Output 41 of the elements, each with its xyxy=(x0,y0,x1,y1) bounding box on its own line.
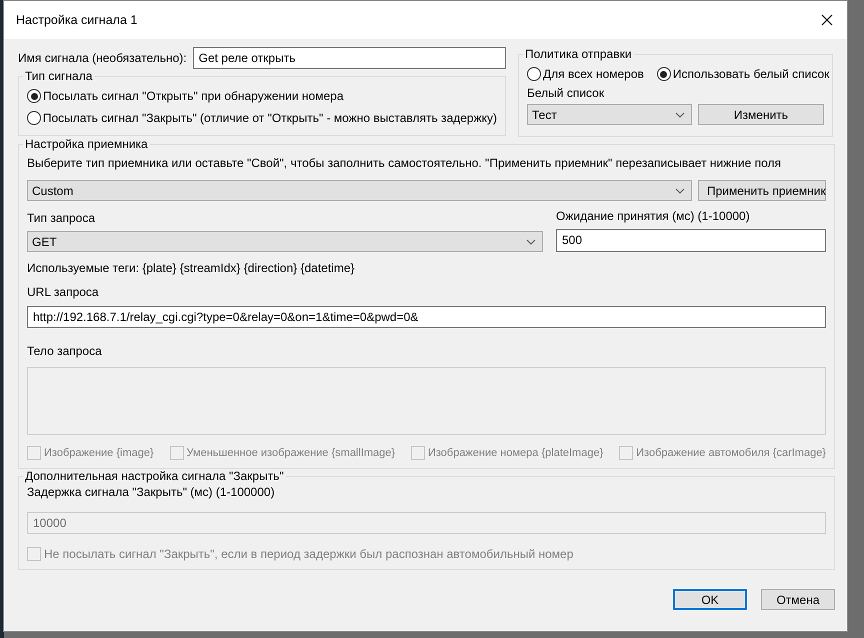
group-title: Тип сигнала xyxy=(24,69,94,83)
hint-text: Выберите тип приемника или оставьте "Свой", чтобы заполнить самостоятельно. "Применить приемник" перезаписывает нижние поля xyxy=(27,156,782,171)
radio-label: Использовать белый список xyxy=(672,66,830,82)
timeout-label: Ожидание принятия (мс) (1-10000) xyxy=(556,209,751,224)
window-title: Настройка сигнала 1 xyxy=(16,13,138,27)
radio-button[interactable] xyxy=(527,67,541,81)
group-title: Настройка приемника xyxy=(24,137,149,151)
radio-label: Посылать сигнал "Закрыть" (отличие от "Открыть" - можно выставлять задержку) xyxy=(42,110,497,126)
whitelist-label: Белый список xyxy=(527,86,606,101)
dialog-button[interactable]: Отмена xyxy=(761,589,835,610)
chevron-down-icon xyxy=(526,238,536,244)
chevron-down-icon xyxy=(675,112,685,118)
signal-name-field[interactable]: Get реле открыть xyxy=(192,47,506,69)
request-type-label: Тип запроса xyxy=(27,211,96,226)
edit-button[interactable]: Изменить xyxy=(698,104,824,125)
radio-button[interactable] xyxy=(27,111,41,125)
checkbox-label: Изображение автомобиля {carImage} xyxy=(636,446,826,460)
group-title: Политика отправки xyxy=(524,47,633,61)
radio-button[interactable] xyxy=(656,67,671,81)
radio-label: Посылать сигнал "Открыть" при обнаружении номера xyxy=(43,88,344,104)
checkbox-label: Уменьшенное изображение {smallImage} xyxy=(186,446,396,460)
apply-receiver-button[interactable]: Применить приемник xyxy=(698,180,826,201)
dialog-button[interactable]: OK xyxy=(673,589,747,610)
delay-label: Задержка сигнала "Закрыть" (мс) (1-100000) xyxy=(27,485,276,500)
tags-text: Используемые теги: {plate} {streamIdx} {direction} {datetime} xyxy=(27,261,356,276)
checkbox-label: Изображение {image} xyxy=(44,446,154,460)
url-label: URL запроса xyxy=(27,285,100,300)
url-field[interactable]: http://192.168.7.1/relay_cgi.cgi?type=0&relay=0&on=1&time=0&pwd=0& xyxy=(27,306,826,328)
checkbox-label: Изображение номера {plateImage} xyxy=(428,446,604,460)
body-label: Тело запроса xyxy=(27,344,103,359)
timeout-field[interactable]: 500 xyxy=(556,229,826,252)
group-title: Дополнительная настройка сигнала "Закрыть" xyxy=(24,469,285,483)
receiver-type-dropdown[interactable]: Custom xyxy=(27,180,692,201)
radio-label: Для всех номеров xyxy=(543,66,644,82)
signal-name-label: Имя сигнала (необязательно): xyxy=(18,50,187,66)
request-type-dropdown[interactable]: GET xyxy=(27,231,543,252)
radio-button[interactable] xyxy=(27,89,41,103)
chevron-down-icon xyxy=(675,188,685,194)
whitelist-dropdown[interactable]: Тест xyxy=(527,104,692,125)
checkbox-label: Не посылать сигнал "Закрыть", если в период задержки был распознан автомобильный номер xyxy=(44,546,574,562)
close-icon[interactable] xyxy=(821,14,833,26)
